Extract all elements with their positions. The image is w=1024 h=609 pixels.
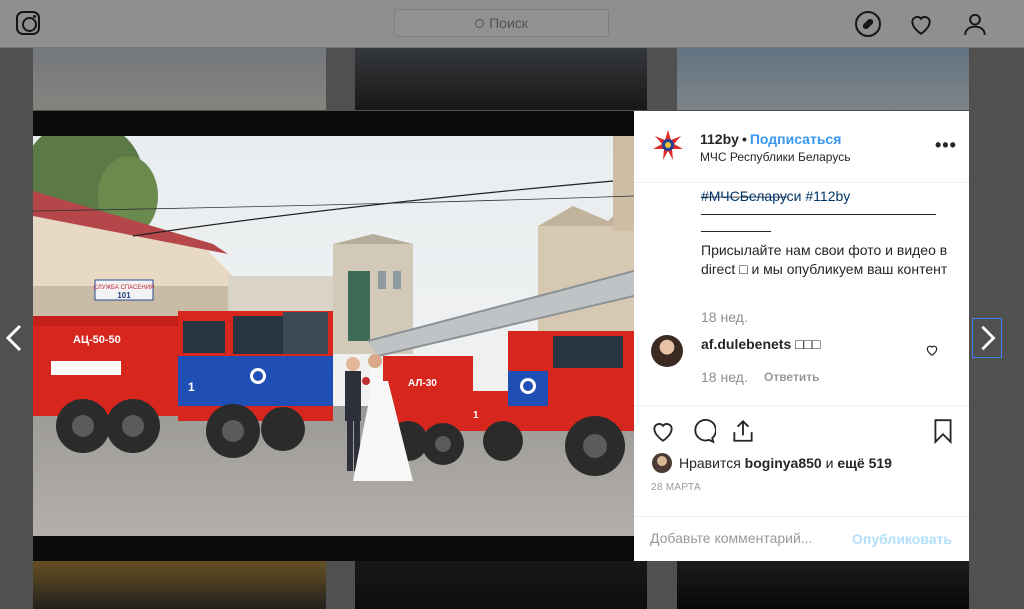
save-bookmark-icon[interactable] bbox=[930, 418, 956, 444]
commenter-avatar[interactable] bbox=[651, 335, 683, 367]
previous-post-chevron-icon[interactable] bbox=[0, 318, 30, 358]
publish-comment-button[interactable]: Опубликовать bbox=[852, 531, 952, 547]
caption-divider bbox=[701, 231, 771, 232]
caption-timestamp[interactable]: 18 нед. bbox=[701, 309, 748, 325]
separator-dot: • bbox=[741, 131, 747, 147]
comment-input[interactable]: Добавьте комментарий... bbox=[650, 530, 812, 546]
truck1-unit-number: 1 bbox=[188, 380, 195, 394]
truck2-label: АЛ-30 bbox=[408, 378, 437, 389]
commenter-username[interactable]: af.dulebenets bbox=[701, 336, 791, 352]
truck2-unit-number: 1 bbox=[473, 410, 479, 421]
post-header: 112by • Подписаться МЧС Республики Беларус… bbox=[634, 111, 969, 183]
caption-text: Присылайте нам свои фото и видео в direc… bbox=[701, 242, 948, 277]
account-username[interactable]: 112by bbox=[700, 131, 739, 147]
station-sign-number: 101 bbox=[117, 291, 131, 300]
post-side-panel: 112by • Подписаться МЧС Республики Беларус… bbox=[634, 111, 969, 561]
truck1-label: АЦ-50-50 bbox=[73, 334, 121, 346]
post-location[interactable]: МЧС Республики Беларусь bbox=[700, 150, 850, 164]
liker-username[interactable]: boginya850 bbox=[745, 455, 822, 471]
likes-more-count[interactable]: ещё 519 bbox=[837, 455, 892, 471]
comment-timestamp[interactable]: 18 нед. bbox=[701, 369, 748, 385]
account-line: 112by • Подписаться bbox=[700, 131, 841, 147]
share-upload-icon[interactable] bbox=[730, 418, 756, 444]
add-comment-form: Добавьте комментарий... Опубликовать bbox=[634, 516, 969, 561]
next-post-chevron-icon[interactable] bbox=[972, 318, 1002, 358]
likes-summary[interactable]: Нравится boginya850 и ещё 519 bbox=[679, 455, 892, 471]
comment-bubble-icon[interactable] bbox=[690, 418, 716, 444]
post-photo[interactable]: СЛУЖБА СПАСЕНИЯ 101 АЦ-50-50 1 АЛ-30 1 bbox=[33, 111, 634, 561]
comments-section[interactable]: ____________ #МЧСБеларуси #112by Присыла… bbox=[634, 183, 969, 405]
post-date[interactable]: 28 МАРТА bbox=[651, 482, 701, 493]
fire-trucks-wedding-photo: СЛУЖБА СПАСЕНИЯ 101 АЦ-50-50 1 АЛ-30 1 bbox=[33, 136, 634, 536]
follow-button[interactable]: Подписаться bbox=[750, 131, 842, 147]
liker-avatar[interactable] bbox=[652, 453, 672, 473]
reply-button[interactable]: Ответить bbox=[764, 370, 819, 384]
likes-prefix: Нравится bbox=[679, 455, 741, 471]
mchs-star-logo-icon[interactable] bbox=[652, 129, 684, 161]
comment-text: □□□ bbox=[795, 336, 821, 352]
caption-divider bbox=[701, 214, 936, 215]
more-options-button[interactable]: ••• bbox=[935, 135, 957, 156]
comment-like-heart-icon[interactable] bbox=[925, 343, 939, 357]
comment-line: af.dulebenets □□□ bbox=[701, 336, 821, 352]
likes-and: и bbox=[825, 455, 834, 471]
caption-hashtags[interactable]: #МЧСБеларуси #112by bbox=[701, 188, 850, 204]
like-heart-icon[interactable] bbox=[650, 418, 676, 444]
